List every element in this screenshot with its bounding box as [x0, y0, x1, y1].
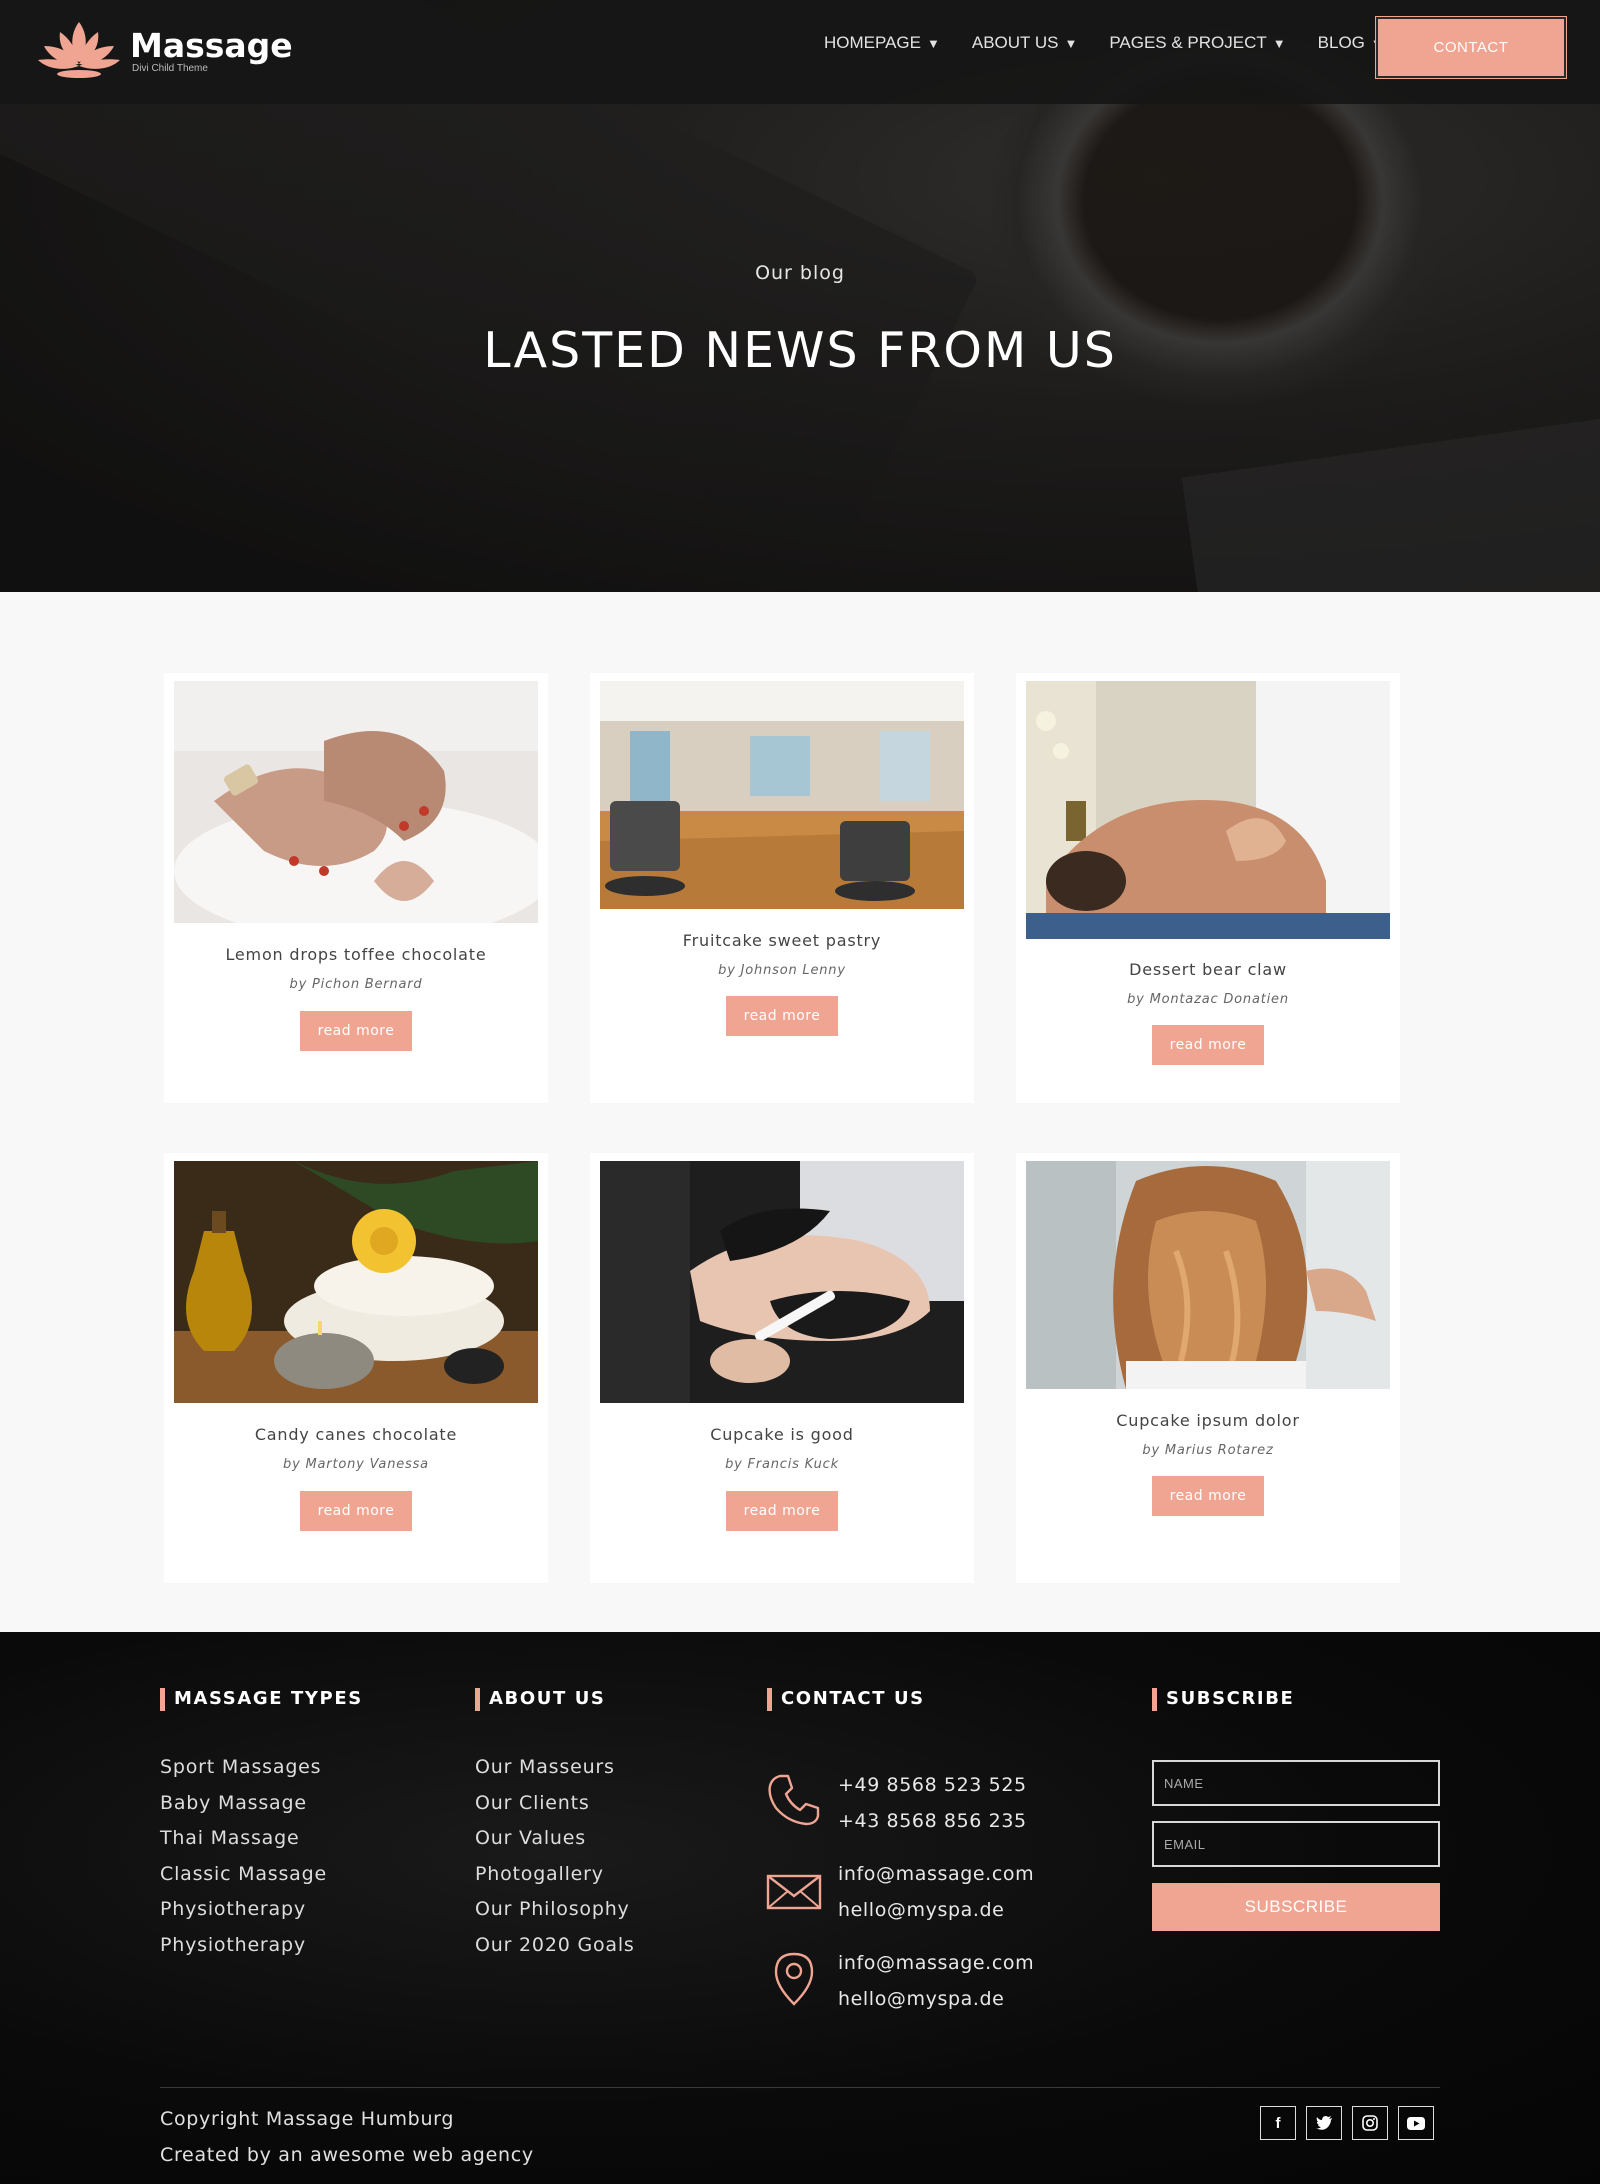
- read-more-button[interactable]: read more: [726, 996, 838, 1036]
- footer-link[interactable]: Our Philosophy: [475, 1892, 635, 1928]
- post-title[interactable]: Candy canes chocolate: [164, 1425, 548, 1444]
- footer-link[interactable]: Sport Massages: [160, 1750, 327, 1786]
- facebook-icon[interactable]: f: [1260, 2106, 1296, 2140]
- footer-link[interactable]: Classic Massage: [160, 1857, 327, 1893]
- footer-title-subscribe: SUBSCRIBE: [1152, 1688, 1294, 1711]
- read-more-button[interactable]: read more: [1152, 1025, 1264, 1065]
- footer-link[interactable]: Our Values: [475, 1821, 635, 1857]
- main-nav: HOMEPAGE ▼ ABOUT US ▼ PAGES & PROJECT ▼ …: [824, 30, 1416, 56]
- read-more-button[interactable]: read more: [1152, 1476, 1264, 1516]
- caret-down-icon: ▼: [1272, 35, 1286, 51]
- nav-item-homepage[interactable]: HOMEPAGE ▼: [824, 30, 940, 56]
- nav-item-about-us[interactable]: ABOUT US ▼: [972, 30, 1077, 56]
- subscribe-button[interactable]: SUBSCRIBE: [1152, 1883, 1440, 1931]
- footer-link[interactable]: Physiotherapy: [160, 1928, 327, 1964]
- location-pin-icon: [774, 1952, 814, 2006]
- footer-link[interactable]: Our Masseurs: [475, 1750, 635, 1786]
- blog-card: Candy canes chocolate by Martony Vanessa…: [164, 1153, 548, 1583]
- caret-down-icon: ▼: [926, 35, 940, 51]
- post-image-salon[interactable]: [600, 681, 964, 909]
- massage-types-list: Sport Massages Baby Massage Thai Massage…: [160, 1750, 327, 1963]
- instagram-icon[interactable]: [1352, 2106, 1388, 2140]
- blog-card: Cupcake is good by Francis Kuck read mor…: [590, 1153, 974, 1583]
- post-author: by Pichon Bernard: [289, 977, 423, 992]
- nav-label: HOMEPAGE: [824, 33, 921, 52]
- nav-item-blog[interactable]: BLOG ▼: [1318, 30, 1384, 56]
- copyright-line: Created by an awesome web agency: [160, 2144, 534, 2166]
- nav-item-pages-project[interactable]: PAGES & PROJECT ▼: [1109, 30, 1285, 56]
- phone-number[interactable]: +43 8568 856 235: [838, 1803, 1027, 1839]
- blog-card: Cupcake ipsum dolor by Marius Rotarez re…: [1016, 1153, 1400, 1583]
- blog-card: Lemon drops toffee chocolate by Pichon B…: [164, 673, 548, 1103]
- footer-link[interactable]: Thai Massage: [160, 1821, 327, 1857]
- subscribe-email-input[interactable]: EMAIL: [1152, 1821, 1440, 1867]
- phone-number[interactable]: +49 8568 523 525: [838, 1767, 1027, 1803]
- footer-link[interactable]: Baby Massage: [160, 1786, 327, 1822]
- copyright-line: Copyright Massage Humburg: [160, 2108, 455, 2130]
- post-title[interactable]: Dessert bear claw: [1016, 960, 1400, 979]
- post-image-spa-candle[interactable]: [174, 1161, 538, 1403]
- logo[interactable]: Massage Divi Child Theme: [36, 18, 293, 86]
- footer-title-contact-us: CONTACT US: [767, 1688, 925, 1711]
- post-title[interactable]: Fruitcake sweet pastry: [590, 931, 974, 950]
- read-more-button[interactable]: read more: [300, 1011, 412, 1051]
- email-address[interactable]: hello@myspa.de: [838, 1892, 1034, 1928]
- twitter-icon[interactable]: [1306, 2106, 1342, 2140]
- footer-link[interactable]: Our 2020 Goals: [475, 1928, 635, 1964]
- site-header: Massage Divi Child Theme HOMEPAGE ▼ ABOU…: [0, 0, 1600, 104]
- hero-kicker: Our blog: [755, 262, 845, 284]
- subscribe-name-input[interactable]: NAME: [1152, 1760, 1440, 1806]
- address-line[interactable]: info@massage.com: [838, 1945, 1034, 1981]
- nav-label: ABOUT US: [971, 33, 1059, 52]
- blog-card: Fruitcake sweet pastry by Johnson Lenny …: [590, 673, 974, 1103]
- email-address[interactable]: info@massage.com: [838, 1856, 1034, 1892]
- phone-icon: [768, 1774, 820, 1826]
- post-title[interactable]: Lemon drops toffee chocolate: [164, 945, 548, 964]
- hero-title: LASTED NEWS FROM US: [483, 322, 1117, 379]
- footer-link[interactable]: Physiotherapy: [160, 1892, 327, 1928]
- envelope-icon: [766, 1874, 822, 1910]
- brand-tagline: Divi Child Theme: [132, 63, 208, 74]
- post-image-manicure[interactable]: [174, 681, 538, 923]
- footer-title-massage-types: MASSAGE TYPES: [160, 1688, 363, 1711]
- footer-link[interactable]: Photogallery: [475, 1857, 635, 1893]
- contact-address: info@massage.com hello@myspa.de: [838, 1945, 1034, 2017]
- nav-label: BLOG: [1317, 33, 1365, 52]
- contact-button[interactable]: CONTACT: [1375, 16, 1567, 79]
- youtube-icon[interactable]: [1398, 2106, 1434, 2140]
- nav-label: PAGES & PROJECT: [1109, 33, 1267, 52]
- read-more-button[interactable]: read more: [300, 1491, 412, 1531]
- post-image-face-mask[interactable]: [600, 1161, 964, 1403]
- post-author: by Marius Rotarez: [1142, 1443, 1274, 1458]
- post-title[interactable]: Cupcake ipsum dolor: [1016, 1411, 1400, 1430]
- post-author: by Johnson Lenny: [718, 963, 846, 978]
- footer-divider: [160, 2087, 1440, 2088]
- post-image-hair-styling[interactable]: [1026, 1161, 1390, 1389]
- lotus-icon: [38, 22, 120, 78]
- contact-emails: info@massage.com hello@myspa.de: [838, 1856, 1034, 1928]
- address-line[interactable]: hello@myspa.de: [838, 1981, 1034, 2017]
- caret-down-icon: ▼: [1064, 35, 1078, 51]
- brand-name: Massage: [130, 26, 293, 65]
- post-author: by Martony Vanessa: [283, 1457, 429, 1472]
- about-us-list: Our Masseurs Our Clients Our Values Phot…: [475, 1750, 635, 1963]
- blog-card: Dessert bear claw by Montazac Donatien r…: [1016, 673, 1400, 1103]
- footer-link[interactable]: Our Clients: [475, 1786, 635, 1822]
- post-image-back-massage[interactable]: [1026, 681, 1390, 939]
- post-title[interactable]: Cupcake is good: [590, 1425, 974, 1444]
- read-more-button[interactable]: read more: [726, 1491, 838, 1531]
- contact-phones: +49 8568 523 525 +43 8568 856 235: [838, 1767, 1027, 1839]
- post-author: by Montazac Donatien: [1127, 992, 1289, 1007]
- footer-title-about-us: ABOUT US: [475, 1688, 606, 1711]
- post-author: by Francis Kuck: [725, 1457, 839, 1472]
- copyright: Copyright Massage Humburg Created by an …: [160, 2101, 534, 2173]
